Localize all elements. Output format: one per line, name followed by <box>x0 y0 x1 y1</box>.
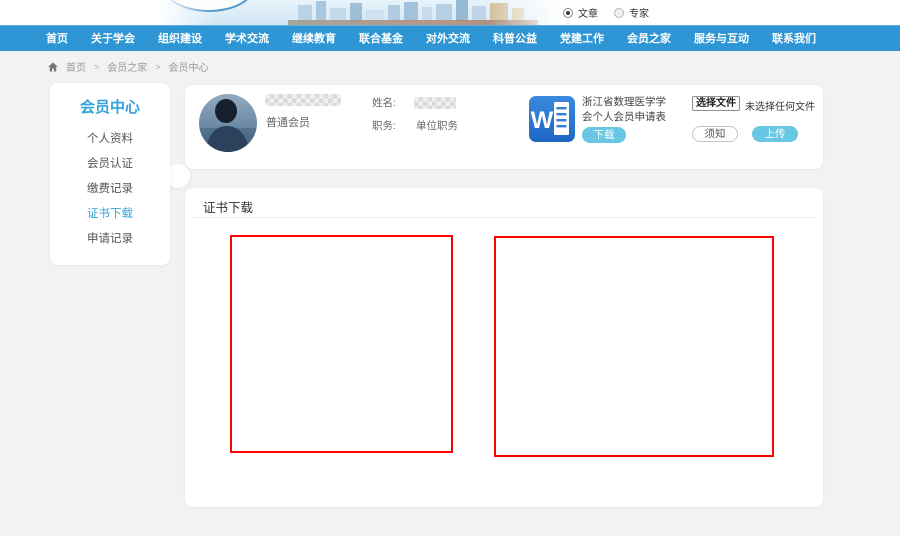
sidebar-item-profile[interactable]: 个人资料 <box>50 127 170 152</box>
certificate-highlight-box-2 <box>494 236 774 457</box>
position-label: 职务: <box>372 118 402 133</box>
nav-item-exchange[interactable]: 对外交流 <box>426 30 470 46</box>
certificate-highlight-box-1 <box>230 235 453 453</box>
breadcrumb-separator: > <box>155 62 160 72</box>
download-button[interactable]: 下载 <box>582 127 626 143</box>
redacted-name-value <box>414 97 456 109</box>
search-type-radios: 文章 专家 <box>563 5 649 20</box>
member-type-label: 普通会员 <box>266 114 310 130</box>
application-form-title: 浙江省数理医学学会个人会员申请表 <box>582 95 670 124</box>
notice-button[interactable]: 须知 <box>692 126 738 142</box>
section-title: 证书下载 <box>203 197 253 216</box>
breadcrumb: 首页 > 会员之家 > 会员中心 <box>48 59 209 74</box>
city-banner-image <box>158 0 560 25</box>
file-status-text: 未选择任何文件 <box>745 98 815 113</box>
nav-item-members[interactable]: 会员之家 <box>627 30 671 46</box>
breadcrumb-current: 会员中心 <box>169 59 209 74</box>
section-divider <box>192 217 816 218</box>
radio-unselected-icon[interactable] <box>614 8 624 18</box>
avatar <box>199 94 257 152</box>
breadcrumb-home[interactable]: 首页 <box>66 59 86 74</box>
home-icon <box>48 62 58 72</box>
word-document-icon: W <box>528 95 576 143</box>
upload-button[interactable]: 上传 <box>752 126 798 142</box>
name-field-row: 姓名: <box>372 95 456 110</box>
main-nav: 首页 关于学会 组织建设 学术交流 继续教育 联合基金 对外交流 科普公益 党建… <box>0 25 900 51</box>
profile-card: 普通会员 姓名: 职务: 单位职务 W <box>185 85 823 169</box>
sidebar-item-certificate-download[interactable]: 证书下载 <box>50 202 170 227</box>
certificate-download-panel: 证书下载 <box>185 188 823 507</box>
nav-item-party[interactable]: 党建工作 <box>560 30 604 46</box>
radio-expert[interactable]: 专家 <box>614 5 649 20</box>
choose-file-button[interactable]: 选择文件 <box>692 96 740 111</box>
name-label: 姓名: <box>372 95 402 110</box>
position-field-row: 职务: 单位职务 <box>372 118 458 133</box>
nav-item-organization[interactable]: 组织建设 <box>158 30 202 46</box>
radio-expert-label: 专家 <box>629 5 649 20</box>
sidebar-item-payment-records[interactable]: 缴费记录 <box>50 177 170 202</box>
breadcrumb-separator: > <box>94 62 99 72</box>
redacted-name-block <box>265 94 341 106</box>
member-center-sidebar: 会员中心 个人资料 会员认证 缴费记录 证书下载 申请记录 <box>50 83 170 265</box>
top-header-strip: 文章 专家 <box>0 0 900 25</box>
sidebar-item-application-records[interactable]: 申请记录 <box>50 227 170 252</box>
nav-item-home[interactable]: 首页 <box>46 30 68 46</box>
nav-item-about[interactable]: 关于学会 <box>91 30 135 46</box>
page: 文章 专家 首页 关于学会 组织建设 学术交流 继续教育 联合基金 对外交流 科… <box>0 0 900 536</box>
nav-item-academic[interactable]: 学术交流 <box>225 30 269 46</box>
radio-article-label: 文章 <box>578 5 598 20</box>
nav-item-education[interactable]: 继续教育 <box>292 30 336 46</box>
nav-item-contact[interactable]: 联系我们 <box>772 30 816 46</box>
nav-item-services[interactable]: 服务与互动 <box>694 30 749 46</box>
svg-text:W: W <box>531 107 554 134</box>
nav-item-fund[interactable]: 联合基金 <box>359 30 403 46</box>
sidebar-title: 会员中心 <box>50 96 170 117</box>
nav-item-science[interactable]: 科普公益 <box>493 30 537 46</box>
position-value: 单位职务 <box>416 118 458 133</box>
sidebar-item-certification[interactable]: 会员认证 <box>50 152 170 177</box>
breadcrumb-members-home[interactable]: 会员之家 <box>107 59 147 74</box>
radio-article[interactable]: 文章 <box>563 5 598 20</box>
radio-selected-icon[interactable] <box>563 8 573 18</box>
